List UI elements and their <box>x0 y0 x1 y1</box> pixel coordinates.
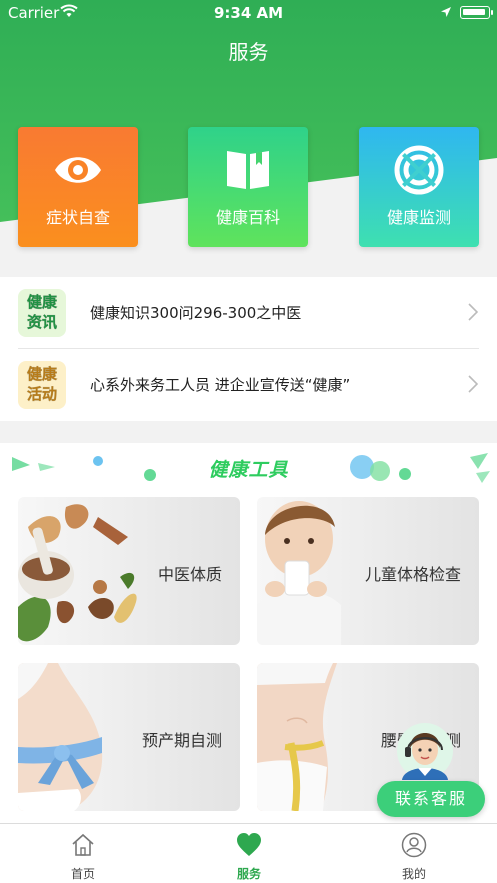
contact-service-button[interactable]: 联系客服 <box>377 781 485 817</box>
health-encyclopedia-tile[interactable]: 健康百科 <box>188 127 308 247</box>
health-activity-badge: 健康 活动 <box>18 361 66 409</box>
health-news-badge: 健康 资讯 <box>18 289 66 337</box>
tab-mine[interactable]: 我的 <box>331 824 497 883</box>
card-label: 儿童体格检查 <box>364 565 461 584</box>
tab-service[interactable]: 服务 <box>166 824 332 883</box>
tab-home[interactable]: 首页 <box>0 824 166 883</box>
child-physical-check-card[interactable]: 儿童体格检查 <box>257 497 479 645</box>
news-item[interactable]: 健康 活动 心系外来务工人员 进企业宣传送“健康” <box>0 349 497 421</box>
heart-icon <box>237 833 261 856</box>
card-label: 中医体质 <box>157 565 222 584</box>
badge-text: 资讯 <box>26 313 58 332</box>
symptom-check-tile[interactable]: 症状自查 <box>18 127 138 247</box>
chevron-right-icon <box>468 375 478 393</box>
customer-service-avatar-icon[interactable] <box>396 722 454 780</box>
badge-text: 健康 <box>26 365 58 384</box>
tile-label: 健康监测 <box>386 208 451 227</box>
news-title: 健康知识300问296-300之中医 <box>90 304 302 322</box>
tools-header: 健康工具 <box>0 443 497 493</box>
status-time: 9:34 AM <box>213 4 284 22</box>
tools-title: 健康工具 <box>208 459 289 481</box>
battery-icon <box>460 6 493 19</box>
status-bar: Carrier 9:34 AM <box>0 0 497 26</box>
book-icon <box>227 151 269 189</box>
location-arrow-icon <box>440 4 452 22</box>
tab-label: 我的 <box>401 867 426 881</box>
monitor-icon <box>394 145 444 195</box>
tile-label: 健康百科 <box>215 208 280 227</box>
tab-bar: 首页 服务 我的 <box>0 823 497 883</box>
tab-label: 服务 <box>236 867 261 881</box>
user-icon <box>401 832 427 858</box>
news-title: 心系外来务工人员 进企业宣传送“健康” <box>90 376 351 394</box>
badge-text: 健康 <box>26 293 58 312</box>
badge-text: 活动 <box>26 385 58 404</box>
page-title: 服务 <box>228 40 269 64</box>
home-icon <box>72 833 94 856</box>
tcm-constitution-card[interactable]: 中医体质 <box>18 497 240 645</box>
tab-label: 首页 <box>70 867 95 881</box>
tile-label: 症状自查 <box>45 208 110 227</box>
eye-icon <box>55 157 101 183</box>
card-label: 预产期自测 <box>141 731 222 750</box>
chevron-right-icon <box>468 303 478 321</box>
due-date-card[interactable]: 预产期自测 <box>18 663 240 811</box>
health-monitor-tile[interactable]: 健康监测 <box>359 127 479 247</box>
news-list: 健康 资讯 健康知识300问296-300之中医 健康 活动 心系外来务工人员 … <box>0 277 497 421</box>
news-item[interactable]: 健康 资讯 健康知识300问296-300之中医 <box>0 277 497 349</box>
